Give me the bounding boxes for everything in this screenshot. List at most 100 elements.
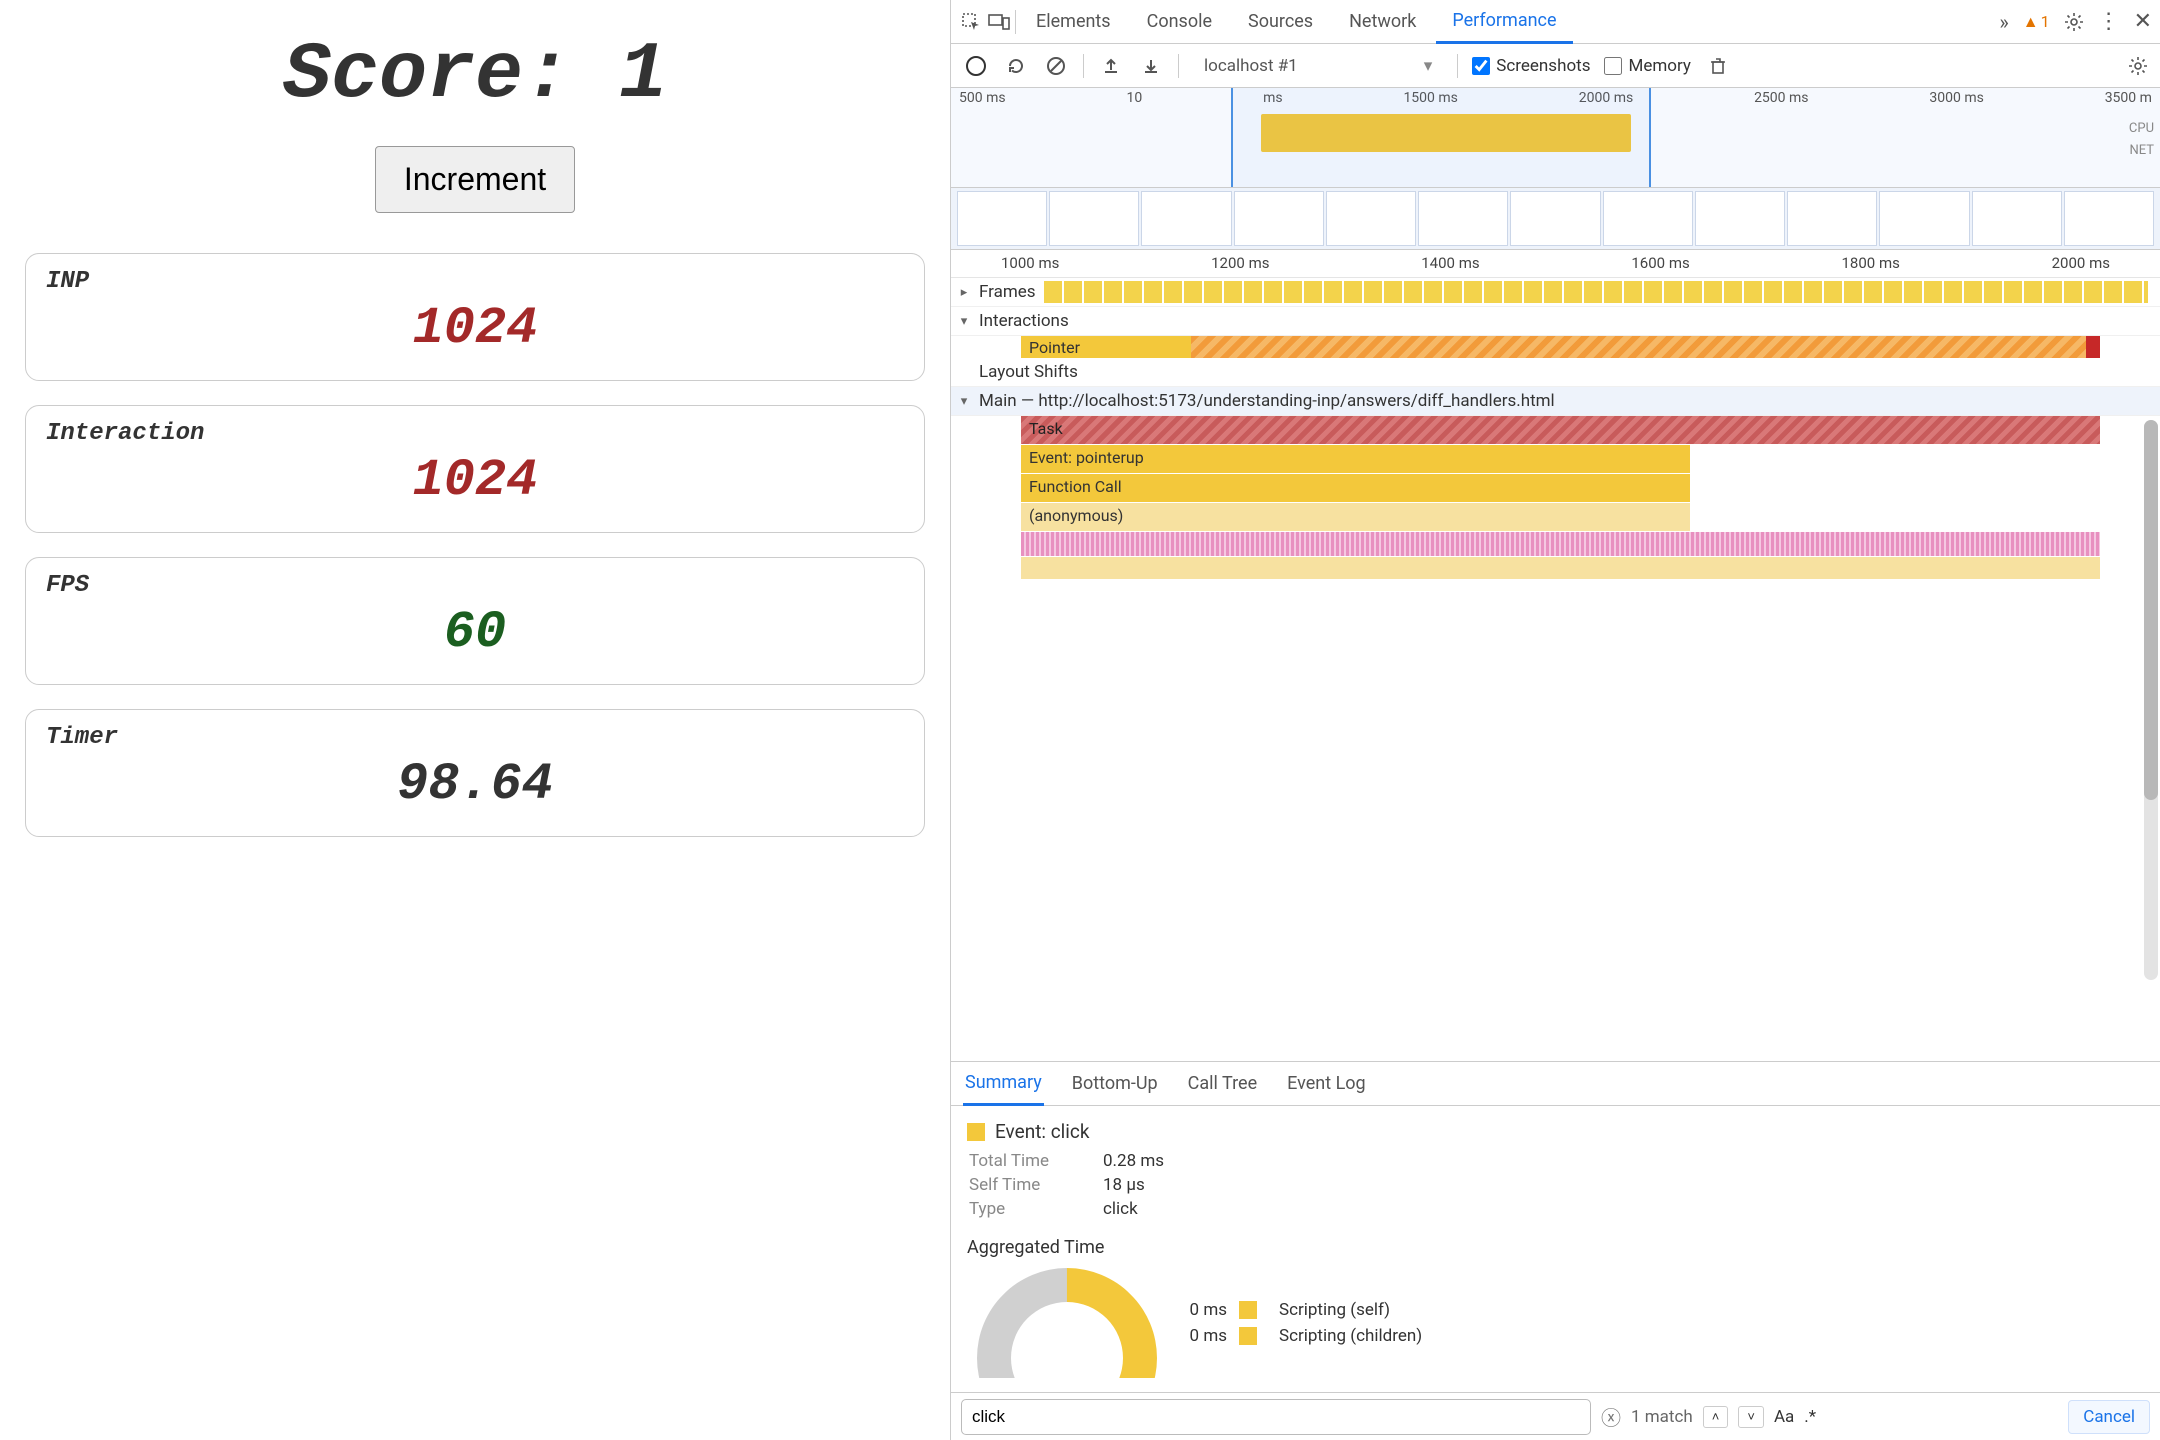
metric-value: 98.64 <box>46 755 904 814</box>
clear-button[interactable] <box>1043 53 1069 79</box>
screenshot-thumb[interactable] <box>2064 191 2154 246</box>
warnings-badge[interactable]: ▲ 1 <box>2023 12 2050 32</box>
pointer-label: Pointer <box>1021 336 1191 358</box>
tab-console[interactable]: Console <box>1131 1 1228 42</box>
metric-timer: Timer 98.64 <box>25 709 925 837</box>
screenshot-thumb[interactable] <box>1049 191 1139 246</box>
overview-selection[interactable] <box>1231 88 1651 187</box>
frames-bar[interactable] <box>1044 281 2148 303</box>
reload-record-button[interactable] <box>1003 53 1029 79</box>
frames-track[interactable]: ▸ Frames <box>951 278 2160 307</box>
screenshot-thumb[interactable] <box>1787 191 1877 246</box>
screenshot-thumb[interactable] <box>1972 191 2062 246</box>
devtools-panel: Elements Console Sources Network Perform… <box>950 0 2160 1440</box>
memory-checkbox[interactable]: Memory <box>1604 56 1690 76</box>
match-count: 1 match <box>1631 1407 1693 1427</box>
gc-icon[interactable] <box>1705 53 1731 79</box>
screenshots-checkbox[interactable]: Screenshots <box>1472 56 1590 76</box>
legend-item: 0 msScripting (children) <box>1167 1326 1422 1346</box>
summary-title-row: Event: click <box>967 1120 2144 1143</box>
flame-bar-paint[interactable] <box>1021 557 2100 579</box>
flame-scrollbar[interactable] <box>2144 420 2158 980</box>
scroll-thumb[interactable] <box>2144 420 2158 800</box>
screenshot-thumb[interactable] <box>1326 191 1416 246</box>
main-thread-stack[interactable]: Task Event: pointerup Function Call (ano… <box>1021 416 2100 579</box>
search-bar: ⓧ 1 match ˄ ˅ Aa .* Cancel <box>951 1392 2160 1440</box>
donut-chart <box>967 1268 1167 1378</box>
record-button[interactable] <box>963 53 989 79</box>
screenshot-thumb[interactable] <box>1141 191 1231 246</box>
interactions-track-header[interactable]: ▾ Interactions <box>951 307 2160 336</box>
flame-bar-function-call[interactable]: Function Call <box>1021 474 1690 502</box>
kv-type: Typeclick <box>969 1199 2144 1219</box>
tab-summary[interactable]: Summary <box>963 1062 1044 1106</box>
metric-fps: FPS 60 <box>25 557 925 685</box>
score-heading: Score: 1 <box>25 30 925 121</box>
screenshot-thumb[interactable] <box>1695 191 1785 246</box>
increment-button[interactable]: Increment <box>375 146 575 213</box>
collapse-icon[interactable]: ▾ <box>951 314 977 329</box>
legend-swatch <box>1239 1327 1257 1345</box>
summary-event-title: Event: click <box>995 1120 1090 1143</box>
regex-icon[interactable]: .* <box>1804 1407 1816 1427</box>
more-tabs-icon[interactable]: » <box>1999 10 2008 34</box>
profile-selector[interactable]: localhost #1 ▾ <box>1193 51 1443 81</box>
tab-event-log[interactable]: Event Log <box>1285 1063 1368 1104</box>
screenshot-thumb[interactable] <box>957 191 1047 246</box>
search-input[interactable] <box>961 1399 1591 1435</box>
collapse-icon[interactable]: ▾ <box>951 394 977 409</box>
screenshot-thumb[interactable] <box>1879 191 1969 246</box>
download-icon[interactable] <box>1138 53 1164 79</box>
screenshot-filmstrip[interactable] <box>951 188 2160 250</box>
cancel-button[interactable]: Cancel <box>2068 1400 2150 1434</box>
screenshot-thumb[interactable] <box>1234 191 1324 246</box>
flame-ruler: 1000 ms 1200 ms 1400 ms 1600 ms 1800 ms … <box>951 250 2160 278</box>
timeline-overview[interactable]: 500 ms 10 ms 1500 ms 2000 ms 2500 ms 300… <box>951 88 2160 188</box>
prev-match-icon[interactable]: ˄ <box>1703 1406 1729 1428</box>
metric-label: Interaction <box>46 420 904 447</box>
pointer-interaction[interactable]: Pointer <box>1021 336 2100 358</box>
screenshot-thumb[interactable] <box>1603 191 1693 246</box>
screenshot-thumb[interactable] <box>1418 191 1508 246</box>
match-case-icon[interactable]: Aa <box>1774 1407 1794 1427</box>
separator <box>1015 10 1016 34</box>
flame-chart[interactable]: 1000 ms 1200 ms 1400 ms 1600 ms 1800 ms … <box>951 250 2160 1062</box>
rendered-page: Score: 1 Increment INP 1024 Interaction … <box>0 0 950 1440</box>
flame-bar-anonymous[interactable]: (anonymous) <box>1021 503 1690 531</box>
tab-network[interactable]: Network <box>1333 1 1432 42</box>
tab-call-tree[interactable]: Call Tree <box>1186 1063 1259 1104</box>
expand-icon[interactable]: ▸ <box>951 285 977 300</box>
kv-total-time: Total Time0.28 ms <box>969 1151 2144 1171</box>
performance-toolbar: localhost #1 ▾ Screenshots Memory <box>951 44 2160 88</box>
gear-icon[interactable] <box>2064 12 2084 32</box>
kebab-icon[interactable]: ⋮ <box>2098 9 2120 34</box>
flame-bar-task[interactable]: Task <box>1021 416 2100 444</box>
metric-inp: INP 1024 <box>25 253 925 381</box>
devtools-tab-bar: Elements Console Sources Network Perform… <box>951 0 2160 44</box>
layout-shifts-track[interactable]: Layout Shifts <box>951 358 2160 387</box>
inspect-icon[interactable] <box>959 10 983 34</box>
metric-value: 1024 <box>46 451 904 510</box>
tab-elements[interactable]: Elements <box>1020 1 1127 42</box>
main-track-header[interactable]: ▾ Main — http://localhost:5173/understan… <box>951 387 2160 416</box>
metric-value: 60 <box>46 603 904 662</box>
metric-label: Timer <box>46 724 904 751</box>
pointer-duration-bar[interactable] <box>1191 336 2100 358</box>
upload-icon[interactable] <box>1098 53 1124 79</box>
summary-panel: Event: click Total Time0.28 ms Self Time… <box>951 1106 2160 1392</box>
screenshot-thumb[interactable] <box>1510 191 1600 246</box>
close-icon[interactable]: ✕ <box>2134 9 2152 34</box>
gear-icon[interactable] <box>2128 56 2148 76</box>
next-match-icon[interactable]: ˅ <box>1738 1406 1764 1428</box>
legend: 0 msScripting (self) 0 msScripting (chil… <box>1167 1294 1422 1352</box>
metric-label: FPS <box>46 572 904 599</box>
device-toggle-icon[interactable] <box>987 10 1011 34</box>
flame-bar-layout[interactable] <box>1021 532 2100 556</box>
clear-search-icon[interactable]: ⓧ <box>1601 1402 1621 1431</box>
tab-sources[interactable]: Sources <box>1232 1 1329 42</box>
separator <box>1178 54 1179 78</box>
flame-bar-event[interactable]: Event: pointerup <box>1021 445 1690 473</box>
tab-bottom-up[interactable]: Bottom-Up <box>1070 1063 1160 1104</box>
tab-performance[interactable]: Performance <box>1436 0 1572 44</box>
separator <box>1457 54 1458 78</box>
